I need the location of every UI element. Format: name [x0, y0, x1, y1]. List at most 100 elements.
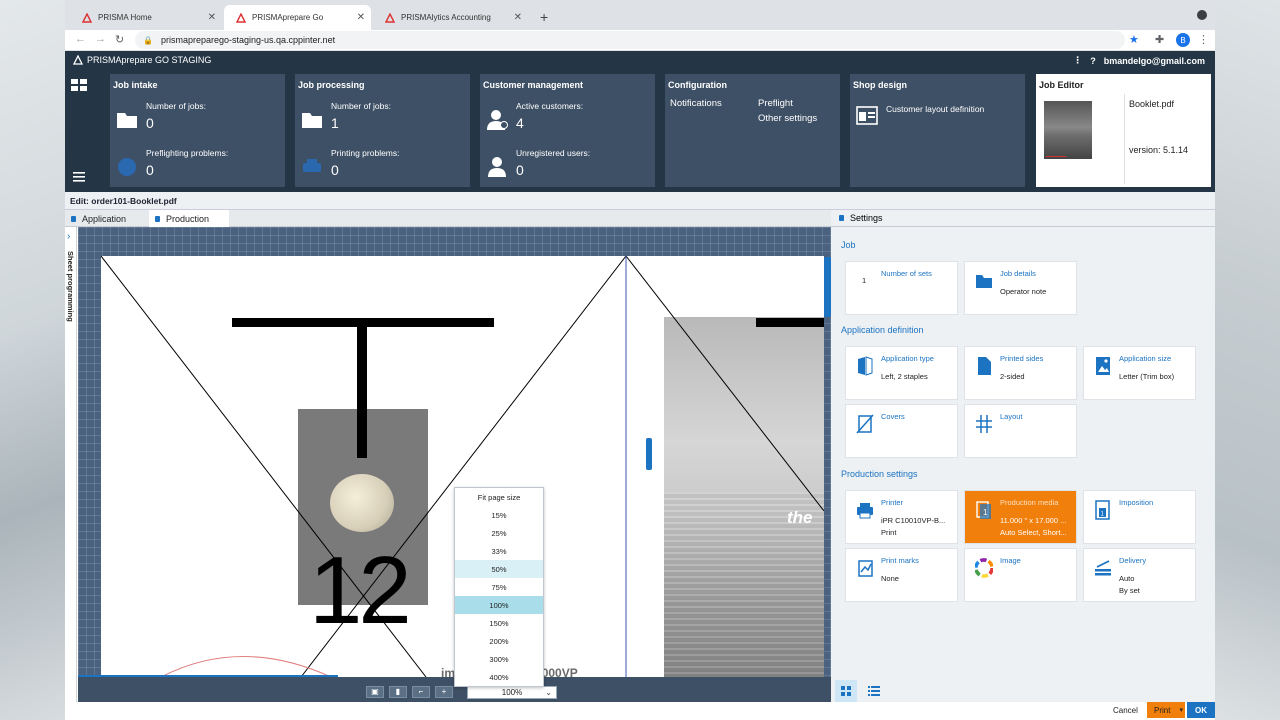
cancel-button[interactable]: Cancel	[1113, 706, 1138, 715]
tile-name: Printer	[881, 498, 904, 507]
tile-value-line: By set	[1119, 586, 1140, 595]
back-icon[interactable]: ←	[75, 33, 86, 45]
card-customer-management[interactable]: Customer management Active customers: 4 U…	[480, 74, 655, 187]
page-number-text: 12	[309, 537, 412, 644]
booklet-thumbnail	[1044, 101, 1092, 159]
bookmark-star-icon[interactable]: ★	[1129, 33, 1139, 46]
tile-value: Operator note	[1000, 287, 1047, 296]
tile-printer[interactable]: Printer iPR C10010VP-B... Print	[845, 490, 958, 544]
config-other-settings[interactable]: Other settings	[758, 113, 817, 124]
stat-value: 0	[516, 162, 524, 178]
tab-application[interactable]: Application	[65, 210, 147, 227]
close-tab-icon[interactable]: ✕	[357, 12, 365, 23]
zoom-option[interactable]: 400%	[455, 668, 543, 686]
browser-tab-prismalytics[interactable]: PRISMAlytics Accounting ✕	[373, 5, 528, 30]
tile-print-marks[interactable]: Print marks None	[845, 548, 958, 602]
chevron-down-icon: ⌄	[545, 688, 552, 697]
grid-view-icon[interactable]	[835, 680, 857, 702]
address-bar[interactable]: 🔒 prismapreparego-staging-us.qa.cppinter…	[135, 31, 1125, 49]
extensions-icon[interactable]: ✚	[1155, 33, 1164, 46]
crop-marks-icon[interactable]: ⌐	[412, 686, 430, 698]
tile-name: Number of sets	[881, 269, 932, 278]
close-tab-icon[interactable]: ✕	[208, 12, 216, 23]
browser-tab-prisma-home[interactable]: PRISMA Home ✕	[70, 5, 222, 30]
forward-icon[interactable]: →	[95, 33, 106, 45]
profile-avatar[interactable]: B	[1176, 33, 1190, 47]
tile-application-type[interactable]: Application type Left, 2 staples	[845, 346, 958, 400]
zoom-option-selected[interactable]: 100%	[455, 596, 543, 614]
tile-production-media[interactable]: 1 Production media 11.000 " x 17.000 ...…	[964, 490, 1077, 544]
more-options-icon[interactable]: ⋮	[1073, 55, 1082, 66]
tile-job-details[interactable]: Job details Operator note	[964, 261, 1077, 315]
browser-menu-icon[interactable]: ⋮	[1198, 33, 1209, 46]
browser-tab-prisma-prepare-go[interactable]: PRISMAprepare Go ✕	[224, 5, 371, 30]
config-preflight[interactable]: Preflight	[758, 98, 793, 109]
ok-button[interactable]: OK	[1187, 702, 1215, 718]
stat-preflighting-problems[interactable]: Preflighting problems: 0	[115, 148, 228, 178]
tile-printed-sides[interactable]: Printed sides 2-sided	[964, 346, 1077, 400]
chevron-right-icon[interactable]: ›	[67, 231, 70, 242]
imposition-icon: 1	[1095, 500, 1110, 520]
list-view-icon[interactable]	[863, 680, 885, 702]
tile-value: 2-sided	[1000, 372, 1025, 381]
preflight-icon	[118, 158, 136, 176]
card-shop-design[interactable]: Shop design Customer layout definition	[850, 74, 1025, 187]
chevron-down-icon[interactable]: ▾	[1179, 706, 1183, 714]
zoom-option[interactable]: 25%	[455, 524, 543, 542]
action-bar	[65, 702, 1215, 720]
dashboard-grid-icon[interactable]	[71, 79, 87, 91]
user-email[interactable]: bmandelgo@gmail.com	[1104, 56, 1205, 66]
tab-label: Production	[166, 213, 210, 224]
card-title: Configuration	[668, 80, 727, 90]
hamburger-menu-icon[interactable]	[73, 172, 85, 182]
stat-active-customers[interactable]: Active customers: 4	[485, 101, 583, 131]
printer-icon	[303, 159, 321, 172]
zoom-option[interactable]: 75%	[455, 578, 543, 596]
zoom-option[interactable]: 300%	[455, 650, 543, 668]
vertical-scrollbar[interactable]	[824, 257, 831, 317]
zoom-option[interactable]: Fit page size	[455, 488, 543, 506]
card-job-editor[interactable]: Job Editor Booklet.pdf version: 5.1.14	[1036, 74, 1211, 187]
tile-layout[interactable]: Layout	[964, 404, 1077, 458]
image-view-icon[interactable]: ▣	[366, 686, 384, 698]
section-title-application-definition: Application definition	[841, 325, 924, 335]
tab-production[interactable]: Production	[149, 210, 229, 227]
prisma-logo-icon	[236, 12, 246, 23]
prisma-logo-icon	[82, 12, 92, 23]
close-tab-icon[interactable]: ✕	[514, 12, 522, 23]
stat-number-of-jobs[interactable]: Number of jobs: 1	[300, 101, 391, 131]
lock-icon: 🔒	[143, 35, 153, 45]
tile-value: Letter (Trim box)	[1119, 372, 1175, 381]
sheet-programming-tab[interactable]: Sheet programming	[66, 251, 75, 322]
tile-application-size[interactable]: Application size Letter (Trim box)	[1083, 346, 1196, 400]
zoom-option[interactable]: 15%	[455, 506, 543, 524]
tile-delivery[interactable]: Delivery Auto By set	[1083, 548, 1196, 602]
spine-handle[interactable]	[646, 438, 652, 470]
tab-search-icon[interactable]	[1197, 10, 1207, 20]
zoom-option[interactable]: 150%	[455, 614, 543, 632]
tile-imposition[interactable]: 1 Imposition	[1083, 490, 1196, 544]
zoom-option[interactable]: 200%	[455, 632, 543, 650]
stat-unregistered-users[interactable]: Unregistered users: 0	[485, 148, 590, 178]
help-icon[interactable]: ?	[1090, 56, 1096, 66]
zoom-option[interactable]: 33%	[455, 542, 543, 560]
zoom-option-hovered[interactable]: 50%	[455, 560, 543, 578]
card-job-processing[interactable]: Job processing Number of jobs: 1 Printing…	[295, 74, 470, 187]
reload-icon[interactable]: ↻	[115, 33, 124, 46]
zoom-select[interactable]: 100% ⌄	[467, 686, 557, 699]
card-job-intake[interactable]: Job intake Number of jobs: 0 Preflighting…	[110, 74, 285, 187]
tile-covers[interactable]: Covers	[845, 404, 958, 458]
new-tab-icon[interactable]: +	[540, 9, 548, 25]
stat-printing-problems[interactable]: Printing problems: 0	[300, 148, 400, 178]
tile-number-of-sets[interactable]: Number of sets 1	[845, 261, 958, 315]
print-button[interactable]: Print ▾	[1147, 702, 1185, 718]
overlay-word: the	[787, 508, 813, 527]
stat-number-of-jobs[interactable]: Number of jobs: 0	[115, 101, 206, 131]
card-title: Customer management	[483, 80, 584, 90]
guides-icon[interactable]: +	[435, 686, 453, 698]
config-notifications[interactable]: Notifications	[670, 98, 722, 109]
tab-label: PRISMAlytics Accounting	[401, 13, 491, 22]
customer-layout-definition[interactable]: Customer layout definition	[855, 96, 984, 126]
tile-image[interactable]: Image	[964, 548, 1077, 602]
page-view-icon[interactable]: ▮	[389, 686, 407, 698]
